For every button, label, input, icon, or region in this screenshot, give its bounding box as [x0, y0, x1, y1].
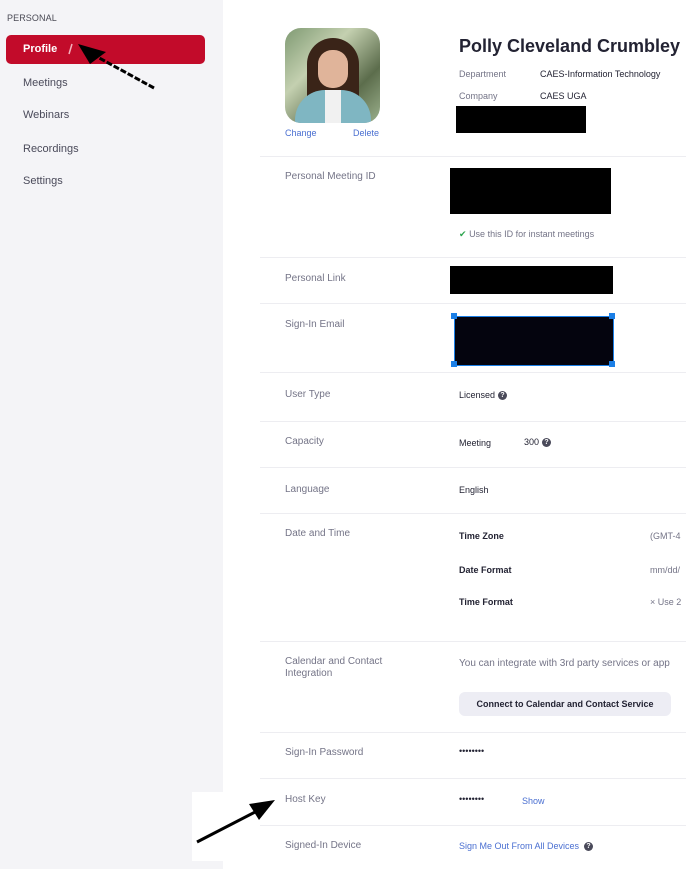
sidebar-item-recordings[interactable]: Recordings: [6, 135, 205, 164]
avatar: [285, 28, 380, 123]
user-type-value: Licensed?: [459, 390, 508, 401]
signed-in-device-label: Signed-In Device: [285, 840, 362, 851]
divider: [260, 732, 686, 733]
sidebar: PERSONAL Profile Meetings Webinars Recor…: [0, 0, 223, 869]
resize-handle[interactable]: [609, 313, 615, 319]
language-label: Language: [285, 484, 330, 495]
capacity-label: Capacity: [285, 436, 324, 447]
sign-out-all-devices-link[interactable]: Sign Me Out From All Devices: [459, 841, 579, 851]
redacted-email-selected[interactable]: [454, 316, 614, 366]
user-type-label: User Type: [285, 389, 331, 400]
section-label-personal: PERSONAL: [7, 13, 57, 23]
department-label: Department: [459, 69, 507, 79]
capacity-value: 300?: [524, 437, 552, 448]
show-host-key-link[interactable]: Show: [522, 796, 545, 806]
host-key-label: Host Key: [285, 794, 326, 805]
capacity-type: Meeting: [459, 438, 492, 448]
instant-meeting-text: Use this ID for instant meetings: [469, 229, 595, 239]
date-time-label: Date and Time: [285, 528, 351, 539]
resize-handle[interactable]: [451, 361, 457, 367]
sign-in-password-label: Sign-In Password: [285, 747, 364, 758]
profile-name: Polly Cleveland Crumbley: [459, 36, 681, 56]
time-format-text: Use 2: [657, 597, 682, 607]
divider: [260, 467, 686, 468]
sidebar-item-webinars[interactable]: Webinars: [6, 101, 205, 130]
date-format-value: mm/dd/: [650, 565, 681, 575]
company-value: CAES UGA: [540, 91, 587, 101]
change-photo-link[interactable]: Change: [285, 128, 317, 138]
personal-link-label: Personal Link: [285, 273, 346, 284]
divider: [260, 421, 686, 422]
sidebar-item-settings[interactable]: Settings: [6, 167, 205, 196]
instant-meeting-option[interactable]: ✔ Use this ID for instant meetings: [459, 229, 594, 240]
sign-out-devices: Sign Me Out From All Devices?: [459, 841, 594, 852]
department-value: CAES-Information Technology: [540, 69, 661, 79]
company-label: Company: [459, 91, 498, 101]
divider: [260, 513, 686, 514]
profile-main: Change Delete Polly Cleveland Crumbley D…: [223, 0, 686, 869]
divider: [260, 303, 686, 304]
annotation-arrow-icon: [68, 43, 155, 90]
help-icon[interactable]: ?: [542, 438, 552, 448]
check-icon: ✔: [459, 229, 467, 239]
calendar-integration-label: Calendar and Contact Integration: [285, 656, 383, 679]
time-zone-label: Time Zone: [459, 531, 504, 541]
help-icon[interactable]: ?: [584, 842, 594, 852]
personal-meeting-id-label: Personal Meeting ID: [285, 171, 376, 182]
language-value: English: [459, 485, 489, 495]
help-icon[interactable]: ?: [498, 391, 508, 401]
calendar-integration-text: You can integrate with 3rd party service…: [459, 658, 670, 669]
redacted-meeting-id: [450, 168, 611, 214]
time-format-label: Time Format: [459, 597, 513, 607]
divider: [260, 825, 686, 826]
delete-photo-link[interactable]: Delete: [353, 128, 379, 138]
close-icon: ×: [650, 597, 658, 607]
resize-handle[interactable]: [609, 361, 615, 367]
host-key-value: ••••••••: [459, 794, 485, 804]
divider: [260, 372, 686, 373]
redacted-block: [456, 106, 586, 133]
connect-calendar-button[interactable]: Connect to Calendar and Contact Service: [459, 692, 671, 716]
date-format-label: Date Format: [459, 565, 512, 575]
resize-handle[interactable]: [451, 313, 457, 319]
divider: [260, 641, 686, 642]
redacted-personal-link: [450, 266, 613, 294]
divider: [260, 257, 686, 258]
divider: [260, 778, 686, 779]
sign-in-password-value: ••••••••: [459, 746, 485, 756]
user-type-text: Licensed: [459, 390, 496, 400]
time-format-value: × Use 2: [650, 597, 681, 607]
divider: [260, 156, 686, 157]
capacity-number: 300: [524, 437, 540, 447]
time-zone-value: (GMT-4: [650, 531, 681, 541]
sign-in-email-label: Sign-In Email: [285, 319, 345, 330]
